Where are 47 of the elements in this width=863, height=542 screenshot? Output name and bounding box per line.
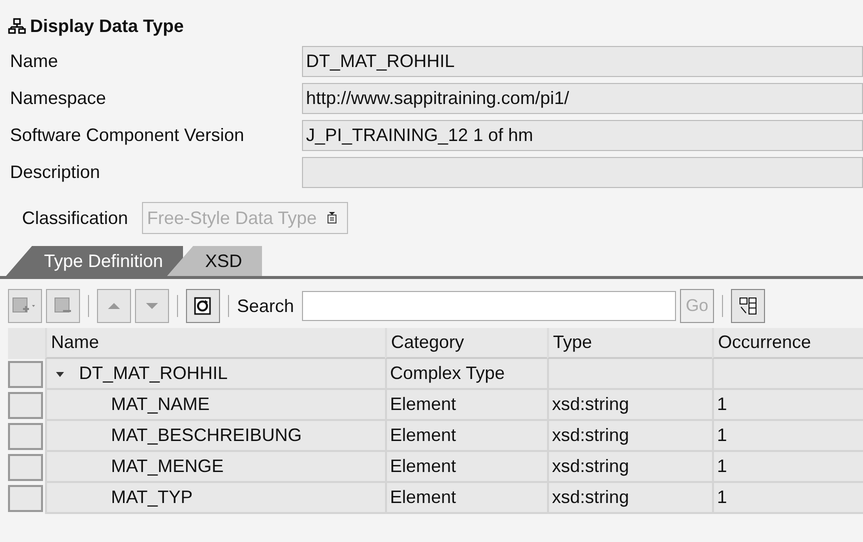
row-selector[interactable] [8,361,43,388]
column-header[interactable]: Name [45,328,385,359]
table-cell: xsd:string [547,483,712,514]
table-cell: DT_MAT_ROHHIL [79,363,228,384]
table-cell: MAT_TYP [111,487,193,508]
field-label: Software Component Version [10,125,246,146]
row-selector[interactable] [8,485,43,512]
column-header[interactable]: Occurrence [712,328,863,359]
column-layout-icon [738,296,758,316]
search-field[interactable] [302,291,676,321]
table-cell: xsd:string [547,390,712,421]
row-selector[interactable] [8,454,43,481]
table-cell: xsd:string [547,452,712,483]
input-field[interactable] [302,157,863,188]
column-header[interactable]: Category [385,328,547,359]
table-cell: 1 [712,452,863,483]
field-label: Description [10,162,102,183]
input-field[interactable]: http://www.sappitraining.com/pi1/ [302,83,863,114]
table-cell: 1 [712,390,863,421]
row-selector[interactable] [8,392,43,419]
field-label: Classification [22,208,128,228]
input-field[interactable]: DT_MAT_ROHHIL [302,46,863,77]
table-cell: xsd:string [547,421,712,452]
tab[interactable]: Type Definition [6,246,184,276]
page-title: Display Data Type [30,16,184,36]
table-cell: MAT_NAME [111,394,210,415]
row-selector[interactable] [8,423,43,450]
header-corner-cell [8,328,45,359]
table-cell: 1 [712,421,863,452]
input-field[interactable]: J_PI_TRAINING_12 1 of hm [302,120,863,151]
table-cell: Element [385,483,547,514]
table-cell: MAT_MENGE [111,456,224,477]
table-cell: MAT_BESCHREIBUNG [111,425,302,446]
column-settings-button[interactable] [731,289,766,323]
column-header[interactable]: Type [547,328,712,359]
field-label: Name [10,51,60,72]
field-label: Namespace [10,88,108,109]
table-cell: 1 [712,483,863,514]
hierarchy-icon [8,18,26,34]
dropdown-icon [326,212,337,224]
table-cell: Element [385,390,547,421]
table-cell: Element [385,421,547,452]
table-cell: Complex Type [385,359,547,390]
refresh-button[interactable] [186,289,220,323]
search-label: Search [237,296,294,316]
table-cell: Element [385,452,547,483]
refresh-icon [193,296,213,316]
